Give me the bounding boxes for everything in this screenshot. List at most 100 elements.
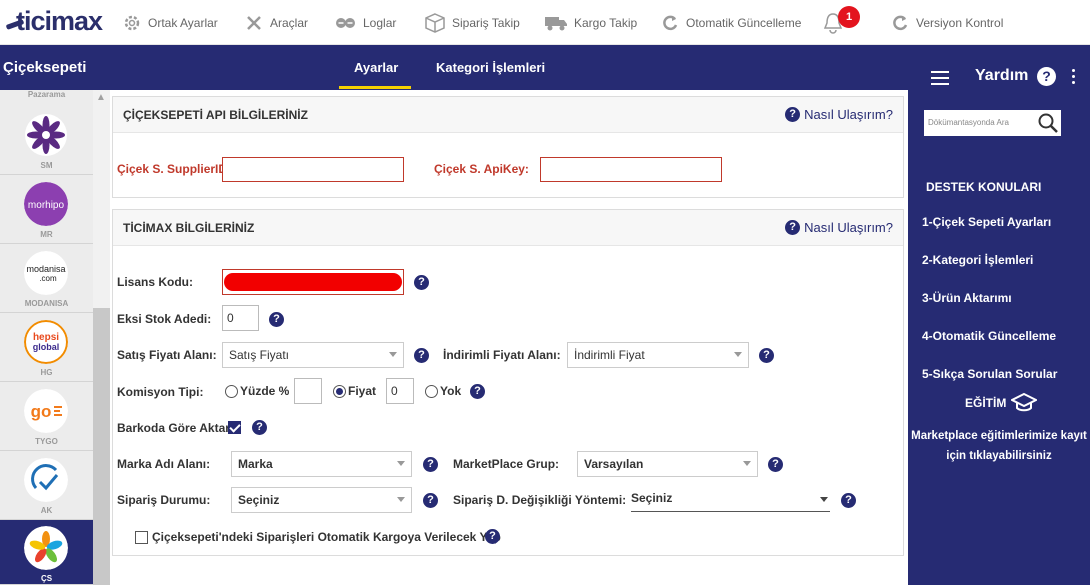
- commission-price-input[interactable]: 0: [386, 378, 414, 404]
- negative-stock-input[interactable]: 0: [222, 305, 259, 331]
- panel-title: ÇİÇEKSEPETİ API BİLGİLERİNİZ: [123, 108, 308, 122]
- support-topic-link[interactable]: 5-Sıkça Sorulan Sorular: [922, 367, 1057, 381]
- commission-radio-none[interactable]: [425, 385, 438, 398]
- question-icon[interactable]: ?: [414, 348, 429, 363]
- support-topic-link[interactable]: 2-Kategori İşlemleri: [922, 253, 1033, 267]
- education-link[interactable]: Marketplace eğitimlerimize kayıt için tı…: [908, 426, 1090, 466]
- graduation-cap-icon: [1011, 392, 1037, 412]
- chevron-down-icon: [734, 352, 742, 357]
- box-icon: [425, 12, 445, 33]
- marketplace-item-mr[interactable]: morhipo MR: [0, 176, 93, 244]
- tab-ayarlar[interactable]: Ayarlar: [354, 60, 398, 75]
- marketplace-item-cs[interactable]: ÇS: [0, 520, 93, 585]
- search-placeholder: Dökümantasyonda Ara: [928, 118, 1009, 127]
- nav-label: Otomatik Güncelleme: [686, 15, 802, 30]
- brand-field-select[interactable]: Marka: [231, 451, 412, 477]
- hamburger-menu-icon[interactable]: [931, 71, 949, 85]
- svg-text:go: go: [31, 402, 52, 421]
- api-key-input[interactable]: [540, 157, 722, 182]
- barcode-transfer-checkbox[interactable]: [228, 421, 241, 434]
- help-question-icon[interactable]: ?: [1037, 67, 1056, 86]
- education-text-line: için tıklayabilirsiniz: [946, 450, 1052, 462]
- order-change-method-select[interactable]: Seçiniz: [631, 486, 830, 512]
- brand-field-label: Marka Adı Alanı:: [117, 457, 211, 471]
- help-link[interactable]: ? Nasıl Ulaşırım?: [785, 220, 893, 235]
- question-icon[interactable]: ?: [423, 493, 438, 508]
- tab-kategori-islemleri[interactable]: Kategori İşlemleri: [436, 60, 545, 75]
- nav-versiyon-kontrol[interactable]: Versiyon Kontrol: [890, 0, 1003, 45]
- question-icon[interactable]: ?: [485, 529, 500, 544]
- commission-option-label: Yüzde %: [240, 384, 290, 398]
- question-icon[interactable]: ?: [423, 457, 438, 472]
- sidebar-scrollbar-thumb[interactable]: [93, 308, 110, 585]
- select-value: İndirimli Fiyat: [574, 348, 645, 362]
- marketplace-label: SM: [40, 161, 53, 170]
- help-title: Yardım: [975, 67, 1029, 84]
- svg-text:modanisa: modanisa: [26, 264, 65, 274]
- commission-type-label: Komisyon Tipi:: [117, 385, 204, 399]
- question-icon[interactable]: ?: [269, 312, 284, 327]
- nav-kargo-takip[interactable]: Kargo Takip: [544, 0, 637, 45]
- api-info-panel: ÇİÇEKSEPETİ API BİLGİLERİNİZ ? Nasıl Ula…: [112, 96, 904, 198]
- support-topic-link[interactable]: 3-Ürün Aktarımı: [922, 291, 1012, 305]
- marketplace-item-sm[interactable]: SM: [0, 107, 93, 175]
- support-topic-link[interactable]: 1-Çiçek Sepeti Ayarları: [922, 215, 1051, 229]
- question-icon: ?: [785, 107, 801, 122]
- sale-price-select[interactable]: Satış Fiyatı: [222, 342, 404, 368]
- more-options-icon[interactable]: [1072, 69, 1075, 87]
- discount-price-select[interactable]: İndirimli Fiyat: [567, 342, 749, 368]
- select-value: Seçiniz: [238, 493, 280, 507]
- log-icon: [336, 17, 355, 28]
- refresh-icon: [893, 15, 908, 30]
- help-search-input[interactable]: Dökümantasyonda Ara: [924, 110, 1061, 136]
- refresh-icon: [663, 15, 678, 30]
- notification-badge[interactable]: 1: [838, 6, 860, 28]
- nav-ortak-ayarlar[interactable]: Ortak Ayarlar: [122, 0, 218, 45]
- chevron-down-icon: [397, 497, 405, 502]
- scroll-up-arrow-icon[interactable]: ▲: [96, 92, 106, 103]
- order-status-label: Sipariş Durumu:: [117, 493, 211, 507]
- marketplace-item-modanisa[interactable]: modanisa .com MODANISA: [0, 245, 93, 313]
- ciceksepeti-logo-icon: [24, 526, 68, 570]
- commission-radio-percent[interactable]: [225, 385, 238, 398]
- select-value: Satış Fiyatı: [229, 348, 290, 362]
- marketplace-group-select[interactable]: Varsayılan: [577, 451, 758, 477]
- commission-option-label: Yok: [440, 384, 462, 398]
- negative-stock-label: Eksi Stok Adedi:: [117, 312, 212, 326]
- order-status-select[interactable]: Seçiniz: [231, 487, 412, 513]
- education-heading: EĞİTİM: [965, 396, 1007, 410]
- license-code-label: Lisans Kodu:: [117, 275, 194, 289]
- help-link[interactable]: ? Nasıl Ulaşırım?: [785, 107, 893, 122]
- commission-percent-input[interactable]: [294, 378, 322, 404]
- question-icon[interactable]: ?: [414, 275, 429, 290]
- api-key-label: Çiçek S. ApiKey:: [434, 162, 529, 176]
- question-icon[interactable]: ?: [470, 384, 485, 399]
- marketplace-item-ak[interactable]: AK: [0, 452, 93, 520]
- commission-radio-price[interactable]: [333, 385, 346, 398]
- barcode-transfer-label: Barkoda Göre Aktar: [117, 421, 230, 435]
- support-topic-link[interactable]: 4-Otomatik Güncelleme: [922, 329, 1056, 343]
- nav-otomatik-guncelleme[interactable]: Otomatik Güncelleme: [660, 0, 801, 45]
- discount-price-field-label: İndirimli Fiyatı Alanı:: [443, 348, 561, 362]
- ticimax-logo[interactable]: ticimax: [5, 6, 130, 37]
- search-icon[interactable]: [1037, 112, 1059, 134]
- chevron-down-icon: [397, 461, 405, 466]
- question-icon[interactable]: ?: [768, 457, 783, 472]
- top-bar: ticimax Ortak Ayarlar Araçlar Loglar Sip…: [0, 0, 1090, 45]
- license-code-input[interactable]: [222, 269, 404, 295]
- marketplace-item-tygo[interactable]: go TYGO: [0, 383, 93, 451]
- nav-loglar[interactable]: Loglar: [335, 0, 396, 45]
- marketplace-item-hg[interactable]: hepsi global HG: [0, 314, 93, 382]
- help-link-label: Nasıl Ulaşırım?: [804, 107, 893, 122]
- auto-cargo-checkbox[interactable]: [135, 531, 148, 544]
- commission-option-label: Fiyat: [348, 384, 377, 398]
- question-icon[interactable]: ?: [252, 420, 267, 435]
- marketplace-label-pazarama: Pazarama: [27, 90, 66, 99]
- panel-title: TİCİMAX BİLGİLERİNİZ: [123, 221, 255, 235]
- question-icon[interactable]: ?: [841, 493, 856, 508]
- nav-siparis-takip[interactable]: Sipariş Takip: [424, 0, 520, 45]
- nav-araclar[interactable]: Araçlar: [244, 0, 308, 45]
- marketplace-sidebar: Pazarama SM morhipo MR modanisa .com MOD…: [0, 90, 110, 585]
- supplier-id-input[interactable]: [222, 157, 404, 182]
- question-icon[interactable]: ?: [759, 348, 774, 363]
